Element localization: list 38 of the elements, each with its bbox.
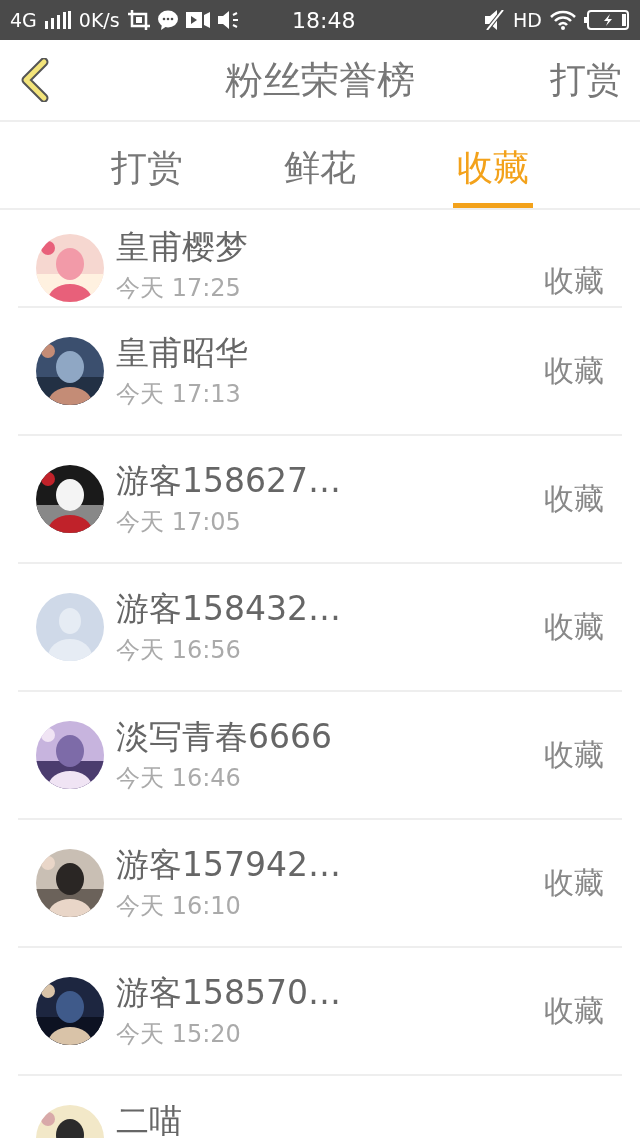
fan-name: 游客158432… — [116, 590, 342, 628]
timestamp: 今天 17:25 — [116, 272, 242, 304]
screenshot-icon — [127, 10, 150, 30]
timestamp: 今天 16:56 — [116, 634, 242, 666]
mute-icon — [483, 10, 506, 30]
network-speed: 0K/s — [78, 9, 120, 31]
fan-name: 皇甫樱梦 — [116, 228, 249, 266]
battery-icon — [584, 10, 630, 30]
gift-type: 收藏 — [544, 607, 604, 646]
fan-name: 皇甫昭华 — [116, 334, 249, 372]
timestamp: 今天 17:13 — [116, 378, 242, 410]
hd-label: HD — [513, 9, 542, 31]
gift-type: 收藏 — [544, 863, 604, 902]
fan-name: 淡写青春6666 — [116, 718, 333, 756]
fan-name: 二喵 — [116, 1102, 183, 1138]
network-type: 4G — [10, 9, 37, 31]
timestamp: 今天 16:10 — [116, 890, 242, 922]
clock: 18:48 — [292, 8, 356, 33]
gift-type: 收藏 — [544, 991, 604, 1030]
timestamp: 今天 16:46 — [116, 762, 242, 794]
tab[interactable]: 鲜花 — [280, 126, 360, 208]
tab[interactable]: 打赏 — [106, 126, 187, 208]
volume-icon — [217, 11, 240, 29]
reward-button[interactable]: 打赏 — [550, 55, 622, 105]
timestamp: 今天 15:20 — [116, 1018, 242, 1050]
page-title: 粉丝荣誉榜 — [225, 56, 415, 104]
gift-type: 收藏 — [544, 351, 604, 390]
message-icon — [157, 10, 178, 30]
gift-type: 收藏 — [544, 479, 604, 518]
video-icon — [185, 11, 210, 29]
fan-name: 游客158627… — [116, 462, 342, 500]
signal-icon — [44, 11, 71, 29]
gift-type: 收藏 — [544, 262, 604, 300]
fan-name: 游客158570… — [116, 974, 342, 1012]
timestamp: 今天 17:05 — [116, 506, 242, 538]
gift-type: 收藏 — [544, 735, 604, 774]
fan-name: 游客157942… — [116, 846, 342, 884]
wifi-icon — [550, 10, 576, 30]
